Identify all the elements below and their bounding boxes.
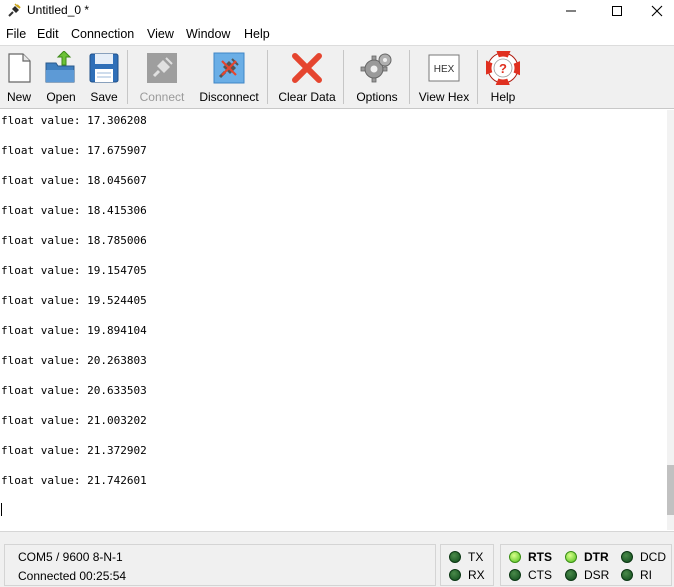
vertical-scrollbar[interactable] xyxy=(667,110,674,530)
toolbar-separator xyxy=(343,50,344,104)
maximize-icon xyxy=(612,6,622,16)
scrollbar-thumb[interactable] xyxy=(667,465,674,515)
terminal-line: float value: 19.524405 xyxy=(1,294,147,307)
ri-led-icon xyxy=(621,569,633,581)
clear-data-label: Clear Data xyxy=(278,90,336,104)
tx-label: TX xyxy=(468,550,484,564)
connect-plug-icon xyxy=(147,53,177,83)
connection-status-panel: COM5 / 9600 8-N-1 Connected 00:25:54 xyxy=(4,544,436,586)
save-label: Save xyxy=(90,90,118,104)
dcd-led-icon xyxy=(621,551,633,563)
menu-view[interactable]: View xyxy=(147,27,174,41)
terminal-line: float value: 20.633503 xyxy=(1,384,147,397)
dcd-label: DCD xyxy=(640,550,666,564)
terminal-line: float value: 21.003202 xyxy=(1,414,147,427)
window-title: Untitled_0 * xyxy=(27,3,90,17)
open-button[interactable]: Open xyxy=(44,48,78,106)
terminal-line: float value: 19.154705 xyxy=(1,264,147,277)
terminal-line: float value: 18.045607 xyxy=(1,174,147,187)
disconnect-label: Disconnect xyxy=(199,90,259,104)
clear-data-button[interactable]: Clear Data xyxy=(278,48,336,106)
connection-timer: Connected 00:25:54 xyxy=(18,569,127,583)
options-button[interactable]: Options xyxy=(354,48,400,106)
menu-connection[interactable]: Connection xyxy=(71,27,134,41)
rts-label[interactable]: RTS xyxy=(528,550,552,564)
new-button[interactable]: New xyxy=(4,48,34,106)
hex-badge: HEX xyxy=(434,64,455,75)
close-icon xyxy=(651,5,663,17)
line-signals-panel: RTS CTS DTR DSR DCD RI xyxy=(500,544,672,586)
close-button[interactable] xyxy=(640,0,674,22)
view-hex-label: View Hex xyxy=(418,90,470,104)
rx-label: RX xyxy=(468,568,485,582)
app-plug-icon xyxy=(8,3,21,17)
cts-led-icon xyxy=(509,569,521,581)
open-label: Open xyxy=(46,90,76,104)
svg-text:?: ? xyxy=(499,61,507,76)
terminal-line: float value: 21.372902 xyxy=(1,444,147,457)
port-settings: COM5 / 9600 8-N-1 xyxy=(18,550,123,564)
dsr-led-icon xyxy=(565,569,577,581)
options-label: Options xyxy=(356,90,398,104)
tx-led-icon xyxy=(449,551,461,563)
connect-button[interactable]: Connect xyxy=(138,48,186,106)
new-label: New xyxy=(6,90,31,104)
help-label: Help xyxy=(490,90,516,104)
toolbar-separator xyxy=(409,50,410,104)
minimize-button[interactable] xyxy=(548,0,594,22)
status-bar: COM5 / 9600 8-N-1 Connected 00:25:54 TX … xyxy=(0,531,674,587)
text-cursor xyxy=(1,503,2,516)
terminal-line: float value: 18.785006 xyxy=(1,234,147,247)
menu-help[interactable]: Help xyxy=(244,27,270,41)
open-folder-icon xyxy=(45,51,75,83)
save-button[interactable]: Save xyxy=(88,48,120,106)
maximize-button[interactable] xyxy=(594,0,640,22)
terminal-line: float value: 19.894104 xyxy=(1,324,147,337)
toolbar-separator xyxy=(267,50,268,104)
terminal-line: float value: 17.675907 xyxy=(1,144,147,157)
rx-led-icon xyxy=(449,569,461,581)
terminal-output[interactable]: float value: 17.306208 float value: 17.6… xyxy=(0,110,667,530)
terminal-line: float value: 21.742601 xyxy=(1,474,147,487)
cts-label: CTS xyxy=(528,568,552,582)
terminal-line: float value: 17.306208 xyxy=(1,114,147,127)
minimize-icon xyxy=(566,10,576,12)
terminal-line: float value: 20.263803 xyxy=(1,354,147,367)
help-lifebuoy-icon: ? xyxy=(486,51,520,85)
terminal-line: float value: 18.415306 xyxy=(1,204,147,217)
new-file-icon xyxy=(8,53,31,83)
hex-view-icon: HEX xyxy=(428,54,460,82)
dtr-led-icon xyxy=(565,551,577,563)
disconnect-button[interactable]: Disconnect xyxy=(197,48,261,106)
toolbar-separator xyxy=(477,50,478,104)
connect-label: Connect xyxy=(139,90,185,104)
view-hex-button[interactable]: HEX View Hex xyxy=(418,48,470,106)
menu-window[interactable]: Window xyxy=(186,27,230,41)
menu-edit[interactable]: Edit xyxy=(37,27,59,41)
menu-file[interactable]: File xyxy=(6,27,26,41)
disconnect-plug-icon xyxy=(213,52,245,84)
dsr-label: DSR xyxy=(584,568,610,582)
toolbar: New Open Save Connect Disconnect Clear D… xyxy=(0,45,674,109)
dtr-label[interactable]: DTR xyxy=(584,550,609,564)
rts-led-icon xyxy=(509,551,521,563)
menu-bar: File Edit Connection View Window Help xyxy=(0,24,674,44)
tx-rx-panel: TX RX xyxy=(440,544,494,586)
toolbar-separator xyxy=(127,50,128,104)
title-bar: Untitled_0 * xyxy=(0,0,674,22)
ri-label: RI xyxy=(640,568,652,582)
save-floppy-icon xyxy=(89,53,119,83)
clear-x-icon xyxy=(292,53,322,83)
help-button[interactable]: ? Help xyxy=(486,48,520,106)
gear-icon xyxy=(360,53,392,83)
